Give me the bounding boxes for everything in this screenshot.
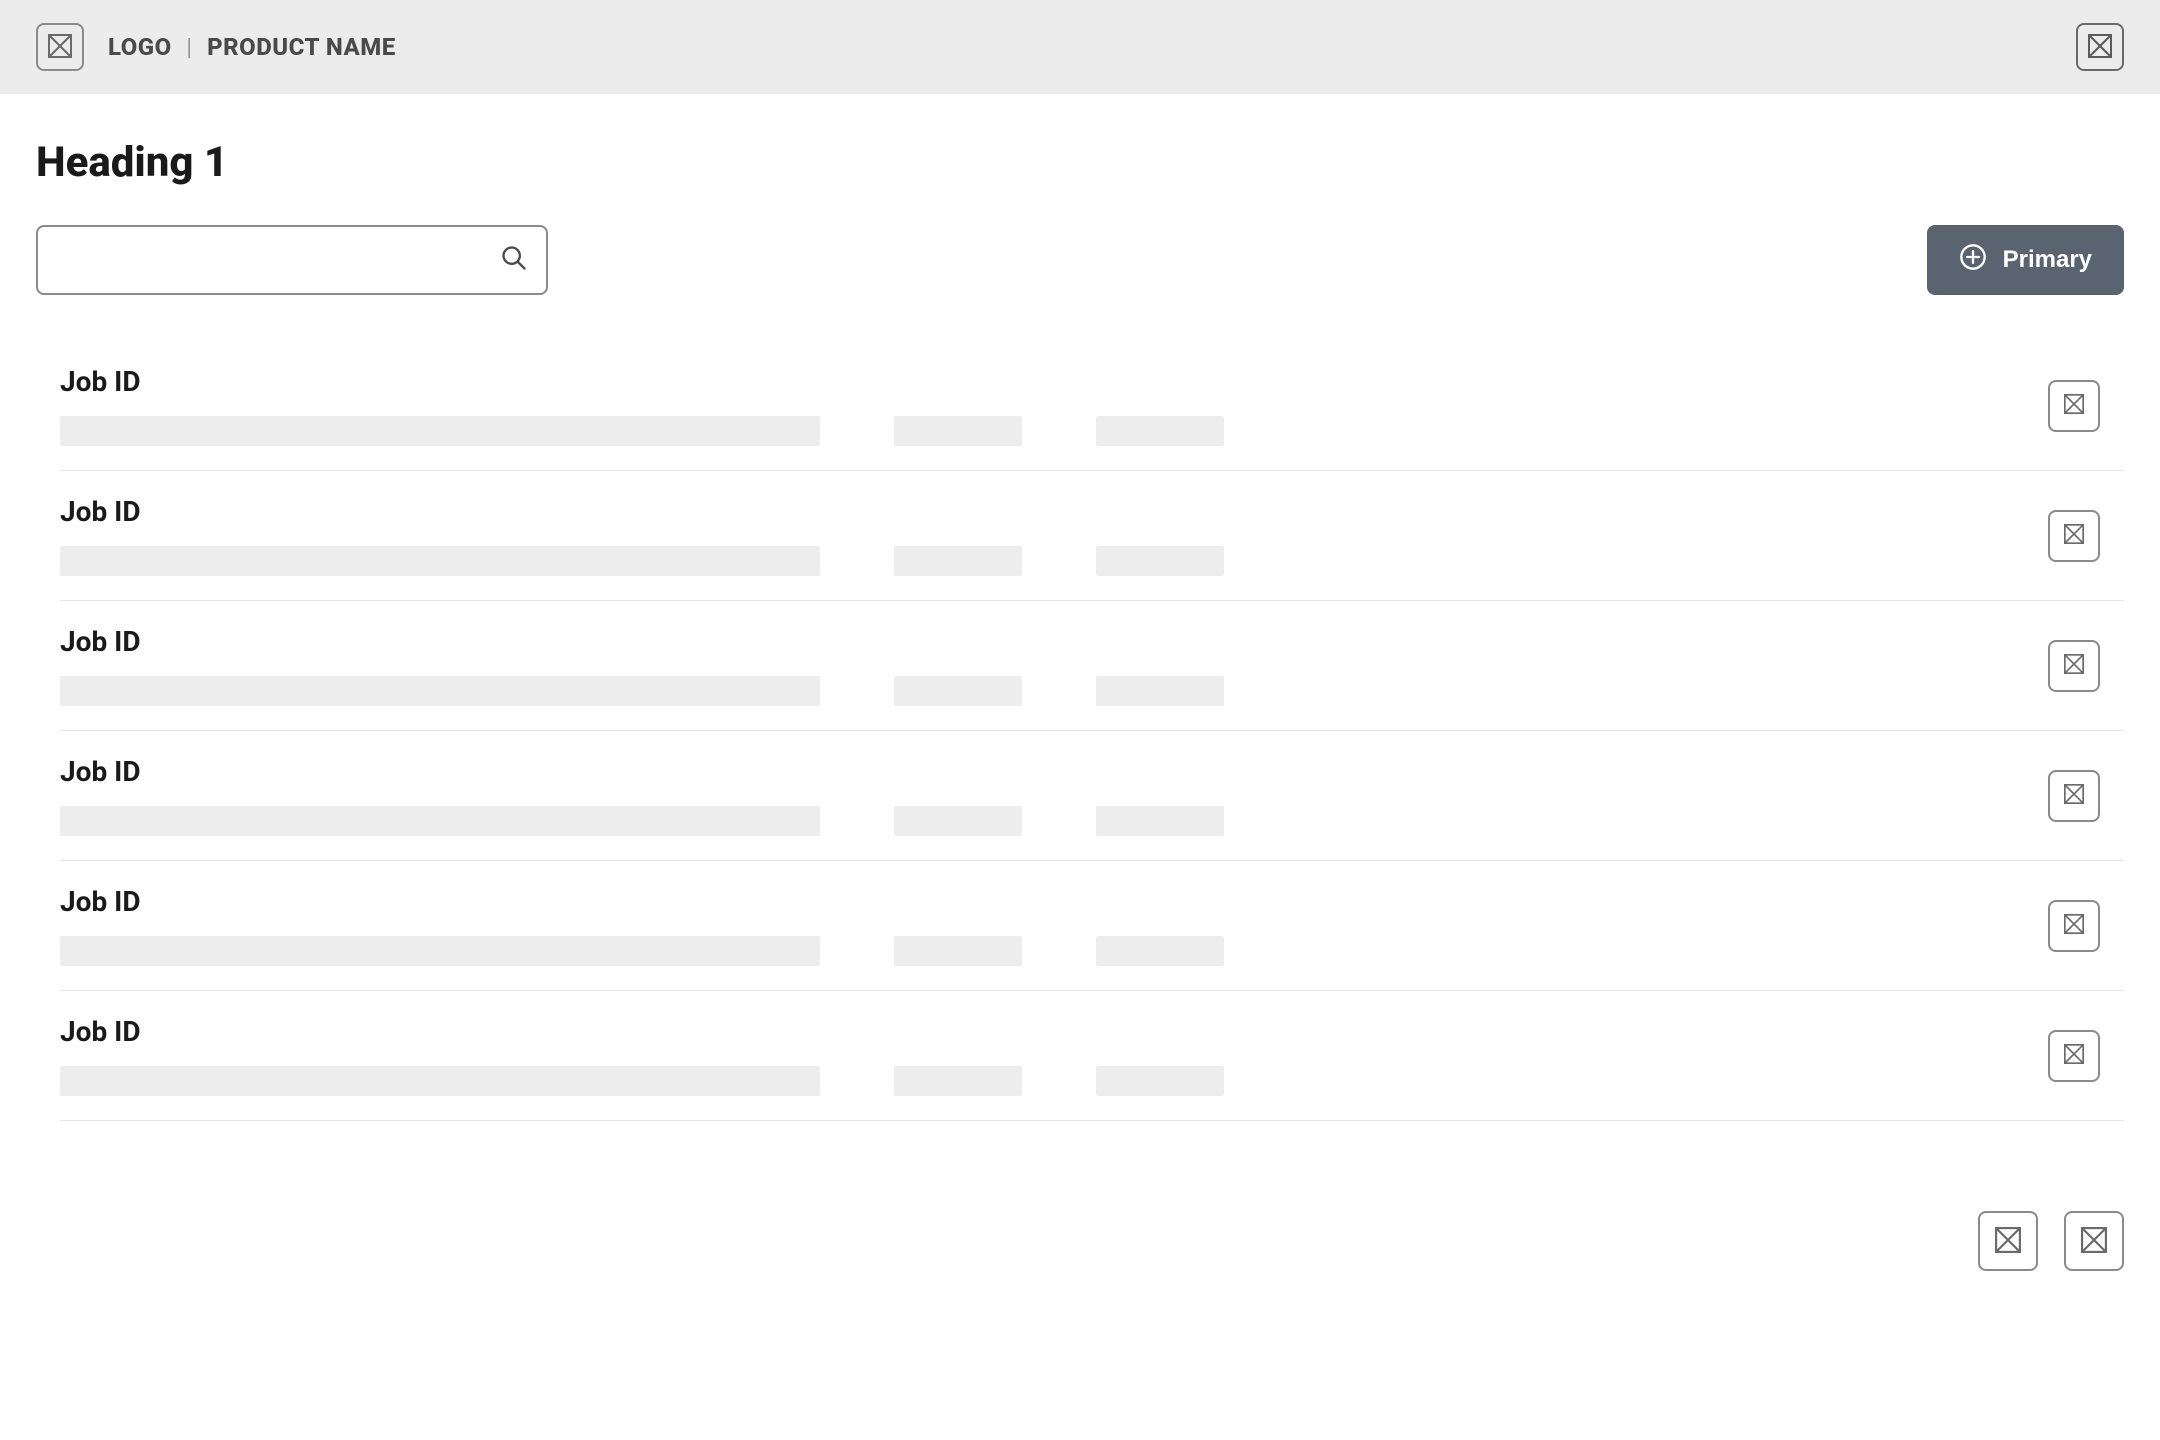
- list-item: Job ID: [60, 991, 2124, 1121]
- logo-text: LOGO: [108, 33, 172, 61]
- placeholder-icon: [2064, 1044, 2084, 1067]
- placeholder-icon: [1995, 1227, 2021, 1256]
- list-item: Job ID: [60, 471, 2124, 601]
- placeholder-bar: [894, 416, 1022, 446]
- plus-circle-icon: [1959, 243, 1987, 278]
- search-input[interactable]: [36, 225, 548, 295]
- footer-actions: [0, 1151, 2160, 1301]
- list-item-content: Job ID: [60, 755, 2048, 836]
- placeholder-bar: [60, 416, 820, 446]
- placeholder-icon: [2064, 394, 2084, 417]
- job-title: Job ID: [60, 365, 2048, 398]
- job-placeholders: [60, 936, 2048, 966]
- main-content: Heading 1 Primary: [0, 94, 2160, 1151]
- product-name: PRODUCT NAME: [207, 33, 396, 61]
- list-item: Job ID: [60, 341, 2124, 471]
- list-item-content: Job ID: [60, 885, 2048, 966]
- list-item: Job ID: [60, 861, 2124, 991]
- placeholder-icon: [2064, 784, 2084, 807]
- list-item-content: Job ID: [60, 365, 2048, 446]
- job-title: Job ID: [60, 495, 2048, 528]
- job-title: Job ID: [60, 755, 2048, 788]
- placeholder-bar: [1096, 676, 1224, 706]
- job-placeholders: [60, 546, 2048, 576]
- placeholder-bar: [1096, 806, 1224, 836]
- placeholder-bar: [894, 1066, 1022, 1096]
- header-action-button[interactable]: [2076, 23, 2124, 71]
- list-item-content: Job ID: [60, 625, 2048, 706]
- list-item-content: Job ID: [60, 1015, 2048, 1096]
- search-container: [36, 225, 548, 295]
- brand-divider: |: [186, 33, 192, 61]
- header-left: LOGO | PRODUCT NAME: [36, 23, 396, 71]
- job-placeholders: [60, 676, 2048, 706]
- toolbar: Primary: [36, 225, 2124, 295]
- placeholder-bar: [894, 936, 1022, 966]
- job-title: Job ID: [60, 885, 2048, 918]
- row-action-button[interactable]: [2048, 1030, 2100, 1082]
- placeholder-bar: [60, 936, 820, 966]
- row-action-button[interactable]: [2048, 640, 2100, 692]
- placeholder-bar: [894, 806, 1022, 836]
- placeholder-icon: [48, 34, 72, 61]
- placeholder-icon: [2064, 654, 2084, 677]
- app-header: LOGO | PRODUCT NAME: [0, 0, 2160, 94]
- placeholder-bar: [1096, 936, 1224, 966]
- menu-button[interactable]: [36, 23, 84, 71]
- placeholder-bar: [1096, 546, 1224, 576]
- row-action-button[interactable]: [2048, 380, 2100, 432]
- brand: LOGO | PRODUCT NAME: [108, 33, 396, 61]
- job-placeholders: [60, 1066, 2048, 1096]
- placeholder-bar: [894, 676, 1022, 706]
- row-action-button[interactable]: [2048, 900, 2100, 952]
- primary-button[interactable]: Primary: [1927, 225, 2124, 295]
- job-title: Job ID: [60, 1015, 2048, 1048]
- placeholder-bar: [60, 1066, 820, 1096]
- row-action-button[interactable]: [2048, 770, 2100, 822]
- placeholder-bar: [60, 546, 820, 576]
- list-item: Job ID: [60, 731, 2124, 861]
- list-item: Job ID: [60, 601, 2124, 731]
- page-title: Heading 1: [36, 138, 2124, 187]
- placeholder-bar: [1096, 1066, 1224, 1096]
- primary-button-label: Primary: [2003, 246, 2092, 274]
- job-list: Job ID Job ID: [36, 341, 2124, 1121]
- placeholder-bar: [1096, 416, 1224, 446]
- footer-action-1[interactable]: [1978, 1211, 2038, 1271]
- row-action-button[interactable]: [2048, 510, 2100, 562]
- placeholder-bar: [894, 546, 1022, 576]
- job-placeholders: [60, 806, 2048, 836]
- job-title: Job ID: [60, 625, 2048, 658]
- placeholder-bar: [60, 676, 820, 706]
- placeholder-icon: [2064, 914, 2084, 937]
- placeholder-bar: [60, 806, 820, 836]
- list-item-content: Job ID: [60, 495, 2048, 576]
- placeholder-icon: [2064, 524, 2084, 547]
- placeholder-icon: [2081, 1227, 2107, 1256]
- footer-action-2[interactable]: [2064, 1211, 2124, 1271]
- job-placeholders: [60, 416, 2048, 446]
- placeholder-icon: [2088, 34, 2112, 61]
